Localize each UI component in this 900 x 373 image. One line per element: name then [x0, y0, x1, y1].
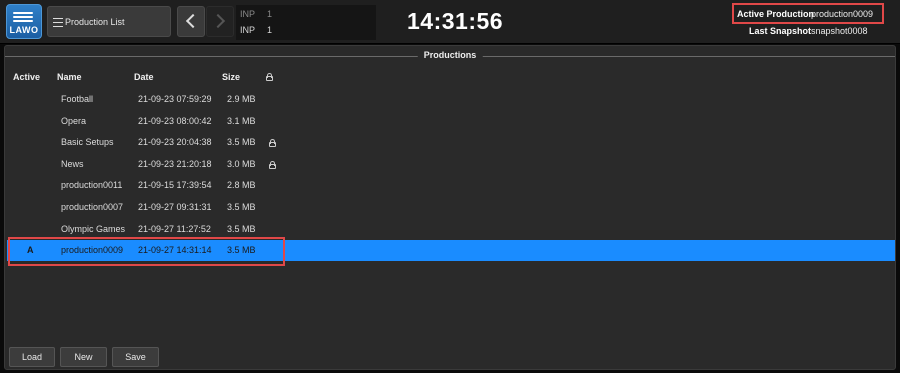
- production-name: Basic Setups: [61, 137, 114, 148]
- production-name: Football: [61, 94, 94, 104]
- input-row: INP 1: [240, 9, 272, 19]
- production-date: 21-09-23 07:59:29: [138, 94, 212, 104]
- table-row[interactable]: production0007 21-09-27 09:31:31 3.5 MB: [7, 197, 895, 218]
- production-list-menu-button[interactable]: Production List: [47, 6, 171, 37]
- forward-button[interactable]: [206, 6, 234, 37]
- production-name: production0007: [61, 202, 124, 212]
- production-name: News: [61, 158, 84, 169]
- input-row: INP 1: [240, 25, 272, 35]
- hamburger-icon: [53, 18, 63, 27]
- production-size: 3.0 MB: [227, 158, 256, 169]
- table-row[interactable]: News 21-09-23 21:20:18 3.0 MB: [7, 154, 895, 175]
- new-button[interactable]: New: [60, 347, 107, 367]
- production-size: 3.5 MB: [227, 223, 256, 234]
- chevron-right-icon: [210, 13, 226, 29]
- table-row[interactable]: production0011 21-09-15 17:39:54 2.8 MB: [7, 175, 895, 196]
- active-production-value: production0009: [811, 9, 874, 19]
- productions-panel: Productions Active Name Date Size Footba…: [4, 45, 896, 370]
- table-row[interactable]: Opera 21-09-23 08:00:42 3.1 MB: [7, 111, 895, 132]
- top-bar: LAWO Production List INP 1 INP 1 14:31:56 …: [0, 0, 900, 44]
- chevron-left-icon: [185, 13, 201, 29]
- clock: 14:31:56: [407, 8, 504, 34]
- production-size: 2.9 MB: [227, 94, 256, 104]
- back-button[interactable]: [177, 6, 205, 37]
- production-date: 21-09-15 17:39:54: [138, 180, 212, 191]
- production-date: 21-09-23 21:20:18: [138, 158, 212, 169]
- menu-button-label: Production List: [65, 17, 125, 27]
- last-snapshot-value: snapshot0008: [811, 26, 868, 36]
- lock-icon: [269, 139, 276, 148]
- load-button[interactable]: Load: [9, 347, 55, 367]
- production-size: 3.5 MB: [227, 202, 256, 212]
- production-date: 21-09-23 20:04:38: [138, 137, 212, 148]
- column-header-date[interactable]: Date: [134, 72, 154, 82]
- input-label: INP: [240, 25, 256, 35]
- production-name: Olympic Games: [61, 223, 126, 234]
- production-date: 21-09-23 08:00:42: [138, 115, 212, 126]
- production-date: 21-09-27 09:31:31: [138, 202, 212, 212]
- input-value: 1: [267, 25, 273, 35]
- input-label: INP: [240, 9, 256, 19]
- logo-text: LAWO: [9, 25, 39, 35]
- lock-icon: [269, 160, 276, 169]
- save-button[interactable]: Save: [112, 347, 159, 367]
- production-date: 21-09-27 11:27:52: [138, 223, 211, 234]
- input-status-panel: INP 1 INP 1: [236, 5, 376, 40]
- production-name: production0011: [61, 180, 123, 191]
- active-production-box: Active Production production0009: [732, 3, 884, 24]
- production-name: Opera: [61, 115, 87, 126]
- lawo-logo[interactable]: LAWO: [6, 4, 42, 39]
- column-header-active[interactable]: Active: [13, 72, 40, 82]
- active-production-label: Active Production: [737, 9, 815, 19]
- input-value: 1: [267, 9, 273, 19]
- lock-icon[interactable]: [266, 73, 273, 81]
- production-size: 3.5 MB: [227, 137, 256, 148]
- production-size: 2.8 MB: [227, 180, 256, 191]
- table-row[interactable]: Football 21-09-23 07:59:29 2.9 MB: [7, 89, 895, 110]
- column-header-name[interactable]: Name: [57, 72, 82, 82]
- menu-bars-icon: [13, 12, 33, 24]
- column-header-size[interactable]: Size: [222, 72, 240, 82]
- panel-title: Productions: [417, 50, 483, 60]
- last-snapshot-label: Last Snapshot: [749, 26, 812, 36]
- table-row[interactable]: Basic Setups 21-09-23 20:04:38 3.5 MB: [7, 132, 895, 153]
- production-size: 3.1 MB: [227, 115, 256, 126]
- selected-row-highlight: [8, 237, 285, 266]
